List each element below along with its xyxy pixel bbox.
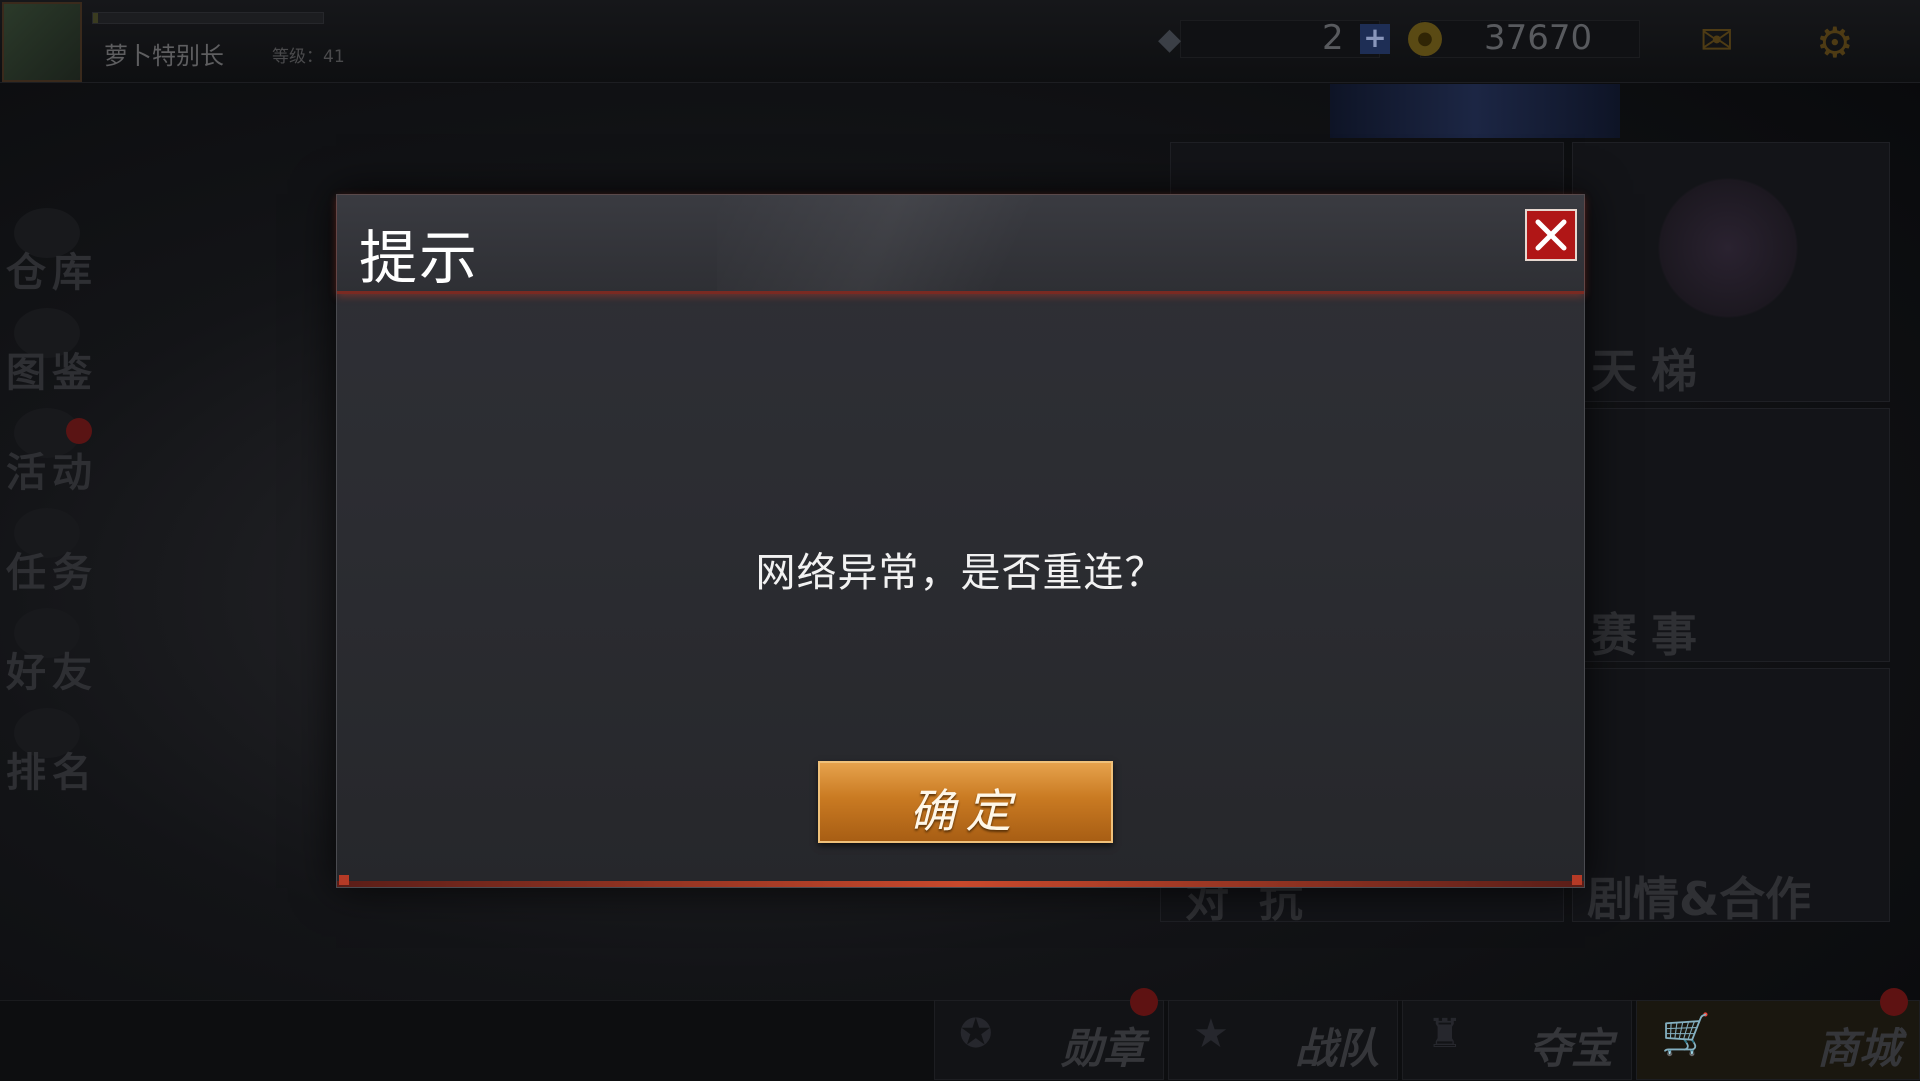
medal-icon: ✪	[959, 1011, 993, 1057]
close-icon	[1535, 219, 1567, 251]
tile-events-label: 赛事	[1591, 608, 1711, 662]
avatar[interactable]	[2, 2, 82, 82]
event-banner[interactable]	[1330, 84, 1620, 138]
notification-dot	[66, 418, 92, 444]
mail-icon[interactable]: ✉	[1700, 18, 1734, 64]
confirm-label: 确定	[909, 784, 1022, 838]
dialog-message: 网络异常，是否重连？	[755, 550, 1166, 596]
side-item-tasks[interactable]: 任务	[0, 500, 100, 600]
diamond-count: 2	[1322, 18, 1344, 58]
tile-events[interactable]: 赛事	[1572, 408, 1890, 662]
diamond-icon: ◆	[1158, 22, 1182, 57]
confirm-button[interactable]: 确定	[818, 761, 1113, 843]
side-item-label: 排名	[6, 750, 98, 796]
shop-label: 商城	[1816, 1024, 1901, 1073]
shop-button[interactable]: 🛒 商城	[1636, 1000, 1920, 1080]
player-level: 等级：41	[272, 47, 345, 67]
dialog-corner	[1572, 875, 1582, 885]
side-item-label: 仓库	[6, 250, 98, 296]
rank-emblem-icon	[1648, 168, 1808, 328]
gear-icon[interactable]: ⚙	[1816, 18, 1854, 67]
team-label: 战队	[1294, 1024, 1379, 1073]
notification-dot	[1880, 988, 1908, 1016]
dialog-corner	[339, 875, 349, 885]
coin-icon: ●	[1408, 22, 1442, 56]
tile-ladder-label: 天梯	[1591, 344, 1711, 398]
team-icon: ★	[1193, 1011, 1229, 1057]
team-button[interactable]: ★ 战队	[1168, 1000, 1398, 1080]
side-item-activity[interactable]: 活动	[0, 400, 100, 500]
side-item-label: 任务	[6, 550, 98, 596]
add-diamond-button[interactable]: +	[1360, 24, 1390, 54]
side-item-label: 图鉴	[6, 350, 98, 396]
tile-story[interactable]: 剧情&合作	[1572, 668, 1890, 926]
side-item-codex[interactable]: 图鉴	[0, 300, 100, 400]
xp-bar	[92, 12, 324, 24]
gold-count: 37670	[1484, 18, 1593, 58]
side-item-warehouse[interactable]: 仓库	[0, 200, 100, 300]
notification-dot	[1130, 988, 1158, 1016]
treasure-button[interactable]: ♜ 夺宝	[1402, 1000, 1632, 1080]
side-item-ranking[interactable]: 排名	[0, 700, 100, 800]
cart-icon: 🛒	[1661, 1012, 1711, 1058]
tile-story-label: 剧情&合作	[1587, 872, 1812, 926]
dialog-bottom-glow	[337, 881, 1584, 887]
treasure-icon: ♜	[1427, 1011, 1463, 1057]
side-item-label: 好友	[6, 650, 98, 696]
close-button[interactable]	[1525, 209, 1577, 261]
side-item-friends[interactable]: 好友	[0, 600, 100, 700]
player-name: 萝卜特别长	[104, 42, 224, 70]
dialog-title: 提示	[359, 224, 480, 292]
dialog-header: 提示	[337, 195, 1584, 294]
medal-button[interactable]: ✪ 勋章	[934, 1000, 1164, 1080]
alert-dialog: 提示 网络异常，是否重连？ 确定	[336, 194, 1585, 888]
side-menu: 仓库 图鉴 活动 任务 好友 排名	[0, 200, 100, 800]
medal-label: 勋章	[1060, 1024, 1145, 1073]
side-item-label: 活动	[6, 450, 98, 496]
treasure-label: 夺宝	[1528, 1024, 1613, 1073]
diamond-box	[1180, 20, 1380, 58]
